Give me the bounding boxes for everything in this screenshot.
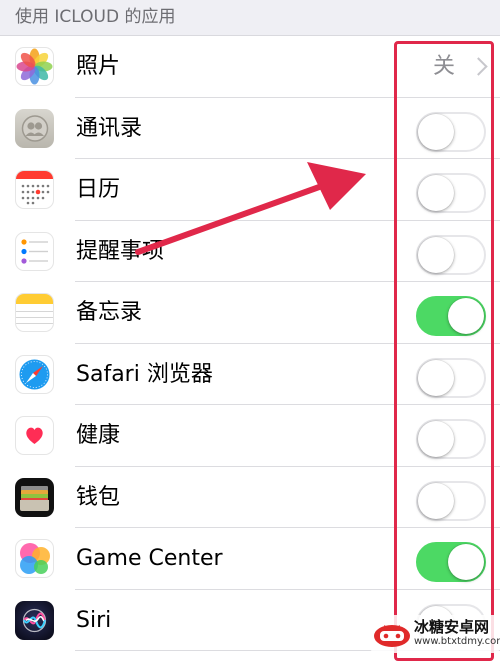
reminders-toggle[interactable] (416, 234, 486, 275)
row-label: 备忘录 (76, 300, 143, 325)
game-center-icon (15, 539, 54, 578)
wallet-toggle[interactable] (416, 480, 486, 521)
row-notes: 备忘录 (0, 282, 500, 344)
section-header: 使用 ICLOUD 的应用 (0, 0, 500, 36)
safari-toggle[interactable] (416, 357, 486, 398)
row-game-center: Game Center (0, 528, 500, 590)
health-toggle[interactable] (416, 419, 486, 459)
row-label: 日历 (76, 177, 121, 202)
watermark-title: 冰糖安卓网 (414, 618, 490, 636)
toggle-knob (448, 298, 484, 334)
toggle-knob (418, 236, 454, 273)
row-label: 健康 (76, 423, 121, 448)
wallet-icon (15, 477, 54, 517)
watermark: 冰糖安卓网 www.btxtdmy.com (370, 615, 500, 653)
toggle-knob (418, 421, 454, 457)
watermark-url: www.btxtdmy.com (414, 636, 500, 647)
calendar-toggle[interactable] (416, 173, 486, 213)
contacts-toggle[interactable] (416, 111, 486, 152)
toggle-knob (418, 113, 454, 150)
row-photos[interactable]: 照片 关 (0, 36, 500, 98)
row-label: Safari 浏览器 (76, 361, 213, 387)
toggle-knob (418, 175, 454, 211)
health-icon (15, 416, 54, 455)
chevron-right-icon (469, 57, 488, 76)
photos-status-value: 关 (433, 54, 456, 79)
watermark-logo-icon (374, 625, 410, 647)
row-label: 钱包 (76, 484, 121, 510)
toggle-knob (418, 482, 454, 519)
row-label: 照片 (76, 54, 121, 79)
notes-toggle[interactable] (416, 296, 486, 336)
row-contacts: 通讯录 (0, 98, 500, 160)
toggle-knob (448, 544, 484, 580)
row-wallet: 钱包 (0, 467, 500, 529)
contacts-icon (15, 108, 54, 148)
icloud-apps-list: 照片 关 通讯录 日历 提醒事项 备忘录 Safari 浏览器 健康 钱包 Ga… (0, 36, 500, 651)
row-health: 健康 (0, 405, 500, 467)
calendar-icon (15, 170, 54, 209)
siri-icon (15, 600, 54, 640)
row-label: Siri (76, 607, 112, 633)
reminders-icon (15, 231, 54, 271)
game-center-toggle[interactable] (416, 542, 486, 582)
notes-icon (15, 293, 54, 332)
photos-icon (15, 47, 54, 86)
row-label: 通讯录 (76, 115, 143, 141)
toggle-knob (418, 359, 454, 396)
row-label: 提醒事项 (76, 238, 165, 264)
row-safari: Safari 浏览器 (0, 344, 500, 406)
row-calendar: 日历 (0, 159, 500, 221)
row-reminders: 提醒事项 (0, 221, 500, 283)
row-label: Game Center (76, 546, 223, 571)
safari-icon (15, 354, 54, 394)
